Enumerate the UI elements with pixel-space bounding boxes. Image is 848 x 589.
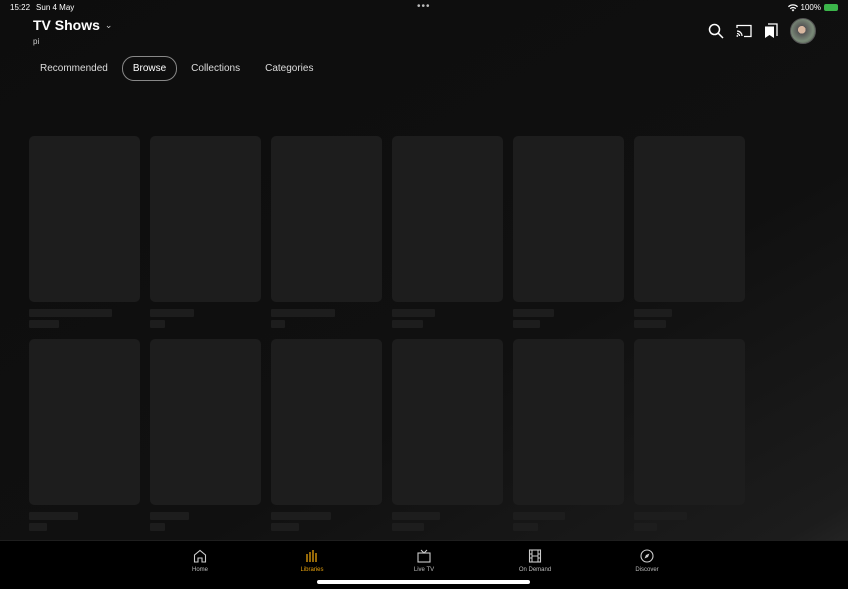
placeholder-card — [271, 136, 382, 302]
placeholder-card — [634, 136, 745, 302]
tab-recommended[interactable]: Recommended — [29, 56, 119, 81]
libraries-icon — [306, 550, 317, 562]
placeholder-title — [513, 309, 554, 317]
toolbar — [708, 18, 816, 44]
placeholder-subtitle — [392, 320, 423, 328]
battery-percent: 100% — [800, 3, 821, 12]
placeholder-card — [513, 136, 624, 302]
placeholder-subtitle — [150, 320, 165, 328]
nav-discover[interactable]: Discover — [607, 549, 687, 573]
nav-libraries[interactable]: Libraries — [272, 549, 352, 573]
placeholder-card — [29, 339, 140, 505]
multitasking-dots[interactable]: ••• — [417, 2, 431, 12]
placeholder-title — [150, 309, 194, 317]
home-icon — [193, 549, 207, 563]
placeholder-subtitle — [392, 523, 424, 531]
placeholder-subtitle — [29, 523, 47, 531]
placeholder-subtitle — [150, 523, 165, 531]
nav-live-tv[interactable]: Live TV — [384, 549, 464, 573]
placeholder-title — [29, 512, 78, 520]
placeholder-title — [271, 309, 335, 317]
tab-collections[interactable]: Collections — [180, 56, 251, 81]
nav-label: Live TV — [413, 567, 435, 573]
chevron-down-icon: ⌄ — [104, 19, 113, 30]
cast-icon[interactable] — [736, 24, 752, 38]
wifi-icon — [787, 3, 798, 11]
placeholder-title — [634, 512, 687, 520]
film-icon — [528, 549, 542, 563]
tab-categories[interactable]: Categories — [254, 56, 324, 81]
status-time: 15:22 — [10, 3, 31, 12]
status-bar: 15:22 Sun 4 May — [10, 3, 74, 12]
placeholder-title — [392, 512, 440, 520]
tab-browse[interactable]: Browse — [121, 56, 178, 81]
placeholder-title — [150, 512, 189, 520]
home-indicator[interactable] — [317, 580, 530, 584]
placeholder-card — [634, 339, 745, 505]
nav-label: On Demand — [518, 567, 552, 573]
watchlist-icon[interactable] — [764, 23, 778, 39]
tab-bar: Recommended Browse Collections Categorie… — [29, 56, 327, 81]
placeholder-title — [634, 309, 672, 317]
compass-icon — [640, 549, 654, 563]
placeholder-card — [150, 136, 261, 302]
status-date: Sun 4 May — [36, 3, 75, 12]
server-name: pi — [33, 37, 40, 46]
placeholder-subtitle — [29, 320, 59, 328]
nav-label: Home — [191, 567, 208, 573]
nav-label: Discover — [635, 567, 659, 573]
placeholder-card — [392, 136, 503, 302]
placeholder-title — [513, 512, 565, 520]
tv-icon — [417, 549, 431, 563]
nav-label: Libraries — [300, 567, 324, 573]
placeholder-title — [392, 309, 435, 317]
placeholder-subtitle — [513, 523, 538, 531]
system-status: 100% — [787, 3, 838, 12]
search-icon[interactable] — [708, 23, 724, 39]
placeholder-subtitle — [271, 320, 285, 328]
placeholder-card — [150, 339, 261, 505]
placeholder-card — [29, 136, 140, 302]
placeholder-title — [29, 309, 112, 317]
placeholder-card — [271, 339, 382, 505]
placeholder-subtitle — [634, 523, 657, 531]
nav-on-demand[interactable]: On Demand — [495, 549, 575, 573]
placeholder-card — [392, 339, 503, 505]
placeholder-title — [271, 512, 331, 520]
placeholder-subtitle — [271, 523, 299, 531]
placeholder-subtitle — [513, 320, 540, 328]
page-title: TV Shows — [33, 17, 100, 33]
library-selector[interactable]: TV Shows ⌄ — [33, 17, 112, 33]
avatar[interactable] — [790, 18, 816, 44]
nav-home[interactable]: Home — [160, 549, 240, 573]
placeholder-card — [513, 339, 624, 505]
battery-icon — [824, 4, 838, 11]
placeholder-subtitle — [634, 320, 666, 328]
